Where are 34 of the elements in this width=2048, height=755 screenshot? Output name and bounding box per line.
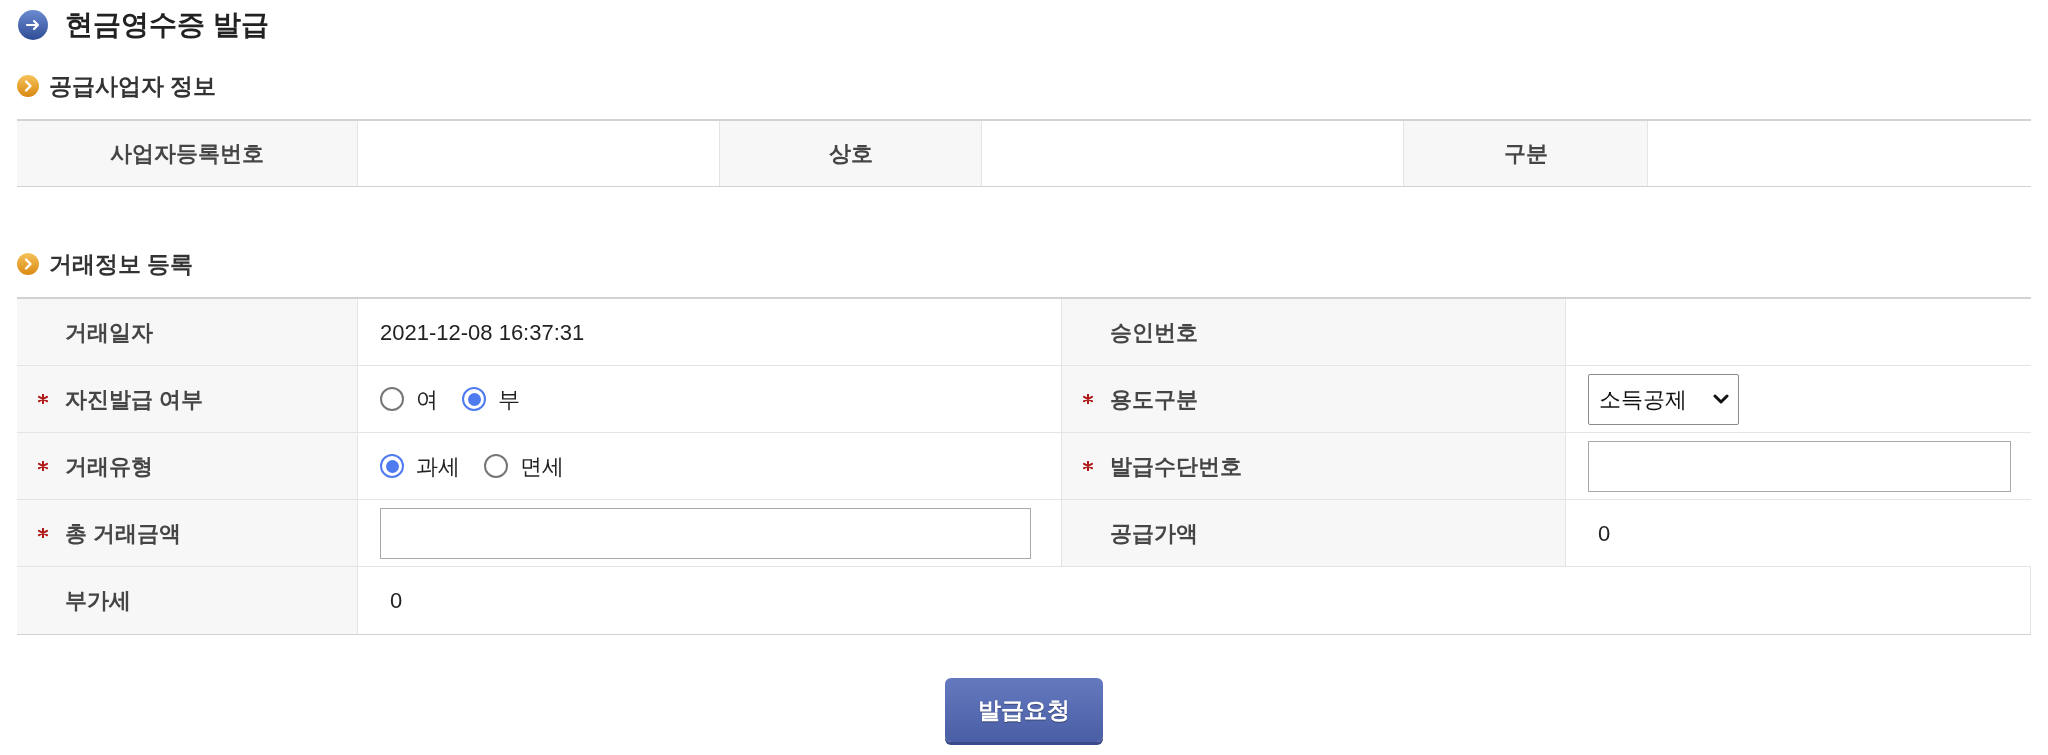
- field-label: 사업자등록번호: [110, 140, 264, 168]
- radio-option[interactable]: 면세: [484, 449, 564, 483]
- page-title: 현금영수증 발급: [65, 11, 269, 39]
- field-label: 발급수단번호: [1110, 452, 1242, 481]
- radio-button[interactable]: [462, 387, 486, 411]
- field-label: 자진발급 여부: [65, 385, 204, 414]
- field-value: 0: [1598, 519, 1611, 548]
- field-label: 용도구분: [1110, 385, 1198, 414]
- text-input[interactable]: [380, 507, 1031, 559]
- radio-option[interactable]: 과세: [380, 449, 460, 483]
- text-input[interactable]: [1588, 440, 2011, 492]
- field-label: 상호: [828, 140, 873, 168]
- field-value: 0: [390, 587, 403, 615]
- section-title: 공급사업자 정보: [49, 74, 217, 98]
- radio-button[interactable]: [380, 454, 404, 478]
- field-label: 거래일자: [65, 318, 153, 347]
- select-dropdown[interactable]: 소득공제: [1588, 373, 1739, 425]
- field-label: 거래유형: [65, 452, 153, 481]
- field-label: 총 거래금액: [65, 519, 182, 548]
- chevron-down-icon: [1713, 393, 1729, 405]
- radio-option[interactable]: 부: [462, 382, 520, 416]
- field-label: 구분: [1503, 140, 1548, 168]
- field-label: 공급가액: [1110, 519, 1198, 548]
- field-value: 2021-12-08 16:37:31: [380, 318, 585, 347]
- arrow-right-circle-icon: [18, 10, 48, 40]
- radio-option[interactable]: 여: [380, 382, 438, 416]
- submit-button[interactable]: 발급요청: [945, 678, 1103, 742]
- radio-button[interactable]: [484, 454, 508, 478]
- field-label: 부가세: [65, 587, 131, 615]
- chevron-right-circle-icon: [17, 253, 39, 275]
- field-label: 승인번호: [1110, 318, 1198, 347]
- radio-button[interactable]: [380, 387, 404, 411]
- chevron-right-circle-icon: [17, 75, 39, 97]
- section-title: 거래정보 등록: [49, 252, 194, 276]
